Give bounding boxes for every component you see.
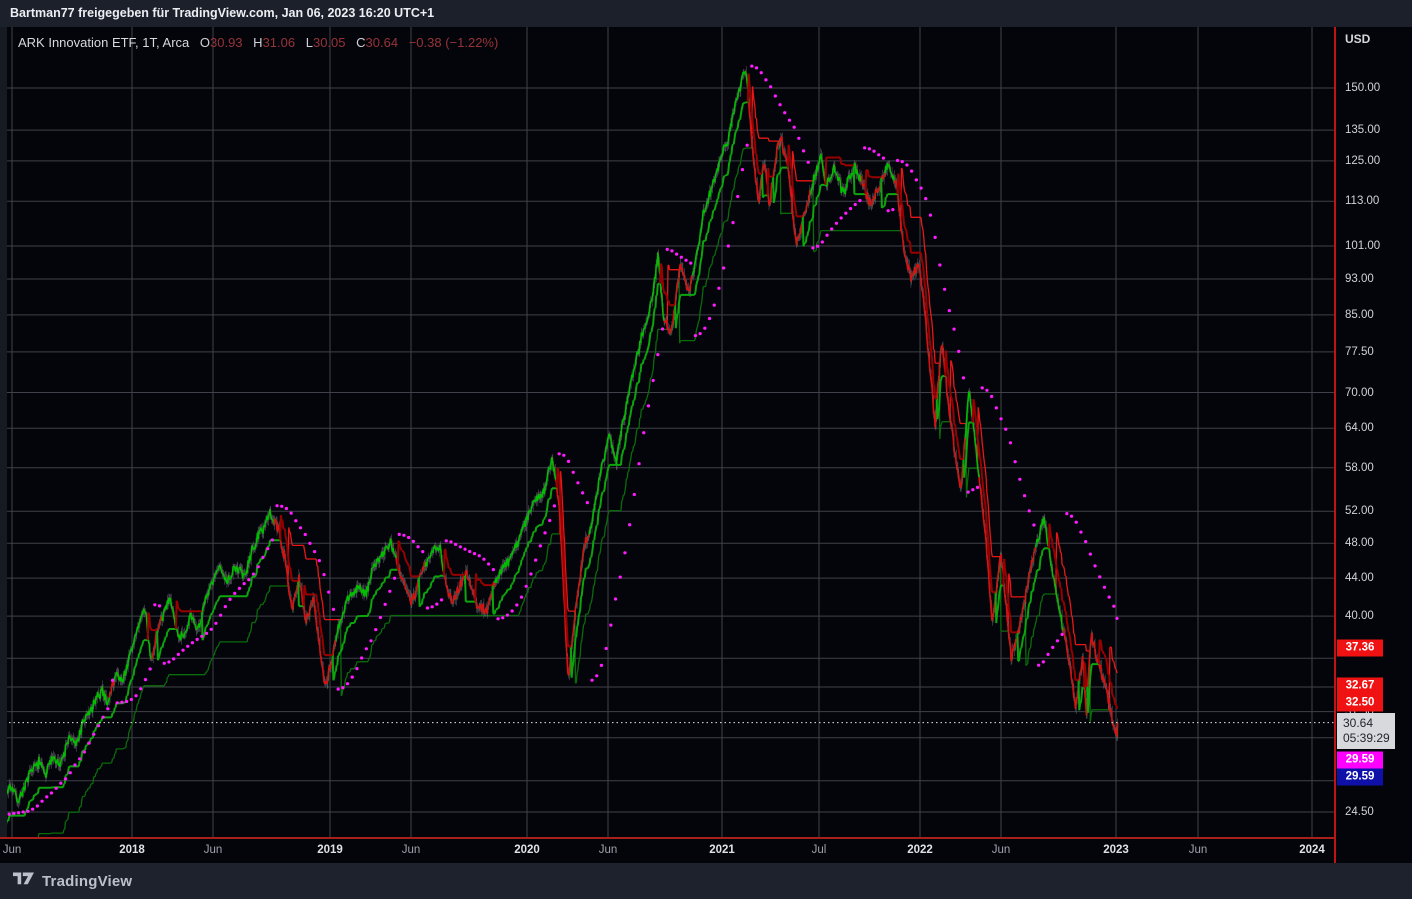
change-value: −0.38 (−1.22%) (408, 35, 499, 50)
time-tick-label: Jun (401, 844, 421, 856)
close-label: C (356, 35, 366, 50)
last-price-value: 30.64 (1343, 716, 1374, 730)
price-scale[interactable]: USD 150.00 135.00 125.00 113.00 101.00 93.00 8… (1334, 27, 1412, 863)
open-value: 30.93 (210, 35, 243, 50)
time-tick-label: Jun (1188, 844, 1208, 856)
price-level-badge: 29.59 (1337, 751, 1383, 769)
low-label: L (305, 35, 313, 50)
price-tick-label: 125.00 (1345, 154, 1381, 167)
last-price-countdown-badge[interactable]: 30.64 05:39:29 (1337, 713, 1395, 749)
price-level-badge: 32.50 (1337, 694, 1383, 712)
price-tick-label: 24.50 (1345, 806, 1374, 818)
high-label: H (253, 35, 263, 50)
tradingview-brand-label[interactable]: TradingView (42, 873, 132, 890)
time-tick-label: 2019 (317, 844, 343, 856)
tradingview-window: Bartman77 freigegeben für TradingView.co… (0, 0, 1412, 899)
legend-symbol-title[interactable]: ARK Innovation ETF, 1T, Arca (18, 35, 189, 50)
time-tick-label: 2024 (1299, 844, 1325, 856)
time-tick-label: Jun (991, 844, 1011, 856)
price-tick-label: 101.00 (1345, 240, 1381, 253)
bar-countdown-timer: 05:39:29 (1343, 731, 1390, 745)
price-chart-canvas[interactable] (0, 27, 1334, 837)
bottom-toolbar: TradingView (0, 863, 1412, 899)
price-tick-label: 113.00 (1345, 195, 1380, 208)
low-value: 30.05 (312, 35, 346, 50)
time-tick-label: Jun (203, 844, 223, 856)
time-tick-label: 2020 (514, 844, 540, 856)
price-level-badge: 29.59 (1337, 768, 1383, 786)
price-tick-label: 40.00 (1345, 610, 1374, 623)
time-tick-label: Jun (598, 844, 618, 856)
tradingview-logo-icon[interactable] (13, 871, 34, 891)
price-tick-label: 70.00 (1345, 386, 1374, 399)
time-tick-label: Jun (2, 844, 22, 856)
price-tick-label: 93.00 (1345, 273, 1374, 285)
open-label: O (199, 35, 210, 50)
time-tick-label: 2018 (119, 844, 145, 856)
time-scale[interactable]: Jun 2018 Jun 2019 Jun 2020 Jun 2021 Jul 2022 Jun 20… (0, 837, 1412, 863)
pane-left-edge (0, 27, 7, 863)
price-tick-label: 44.00 (1345, 572, 1374, 585)
price-tick-label: 48.00 (1345, 537, 1374, 550)
price-tick-label: 85.00 (1345, 308, 1374, 321)
price-tick-label: 52.00 (1345, 505, 1374, 518)
price-level-badge: 37.36 (1337, 639, 1383, 657)
time-tick-label: Jul (811, 844, 827, 856)
time-tick-label: 2023 (1103, 844, 1129, 856)
price-tick-label: 150.00 (1345, 82, 1381, 94)
price-level-badge: 32.67 (1337, 677, 1383, 695)
share-attribution-bar: Bartman77 freigegeben für TradingView.co… (0, 0, 1412, 27)
time-tick-label: 2022 (907, 844, 933, 856)
price-tick-label: 135.00 (1345, 124, 1381, 137)
price-tick-label: 77.50 (1345, 345, 1374, 358)
close-value: 30.64 (365, 35, 399, 50)
price-tick-label: 64.00 (1345, 422, 1374, 435)
high-value: 31.06 (262, 35, 296, 50)
time-tick-label: 2021 (709, 844, 735, 856)
symbol-legend[interactable]: ARK Innovation ETF, 1T, Arca O30.93 H31.… (18, 35, 498, 50)
currency-label: USD (1345, 32, 1371, 46)
attribution-text: Bartman77 freigegeben für TradingView.co… (10, 6, 435, 20)
price-tick-label: 58.00 (1345, 461, 1374, 474)
